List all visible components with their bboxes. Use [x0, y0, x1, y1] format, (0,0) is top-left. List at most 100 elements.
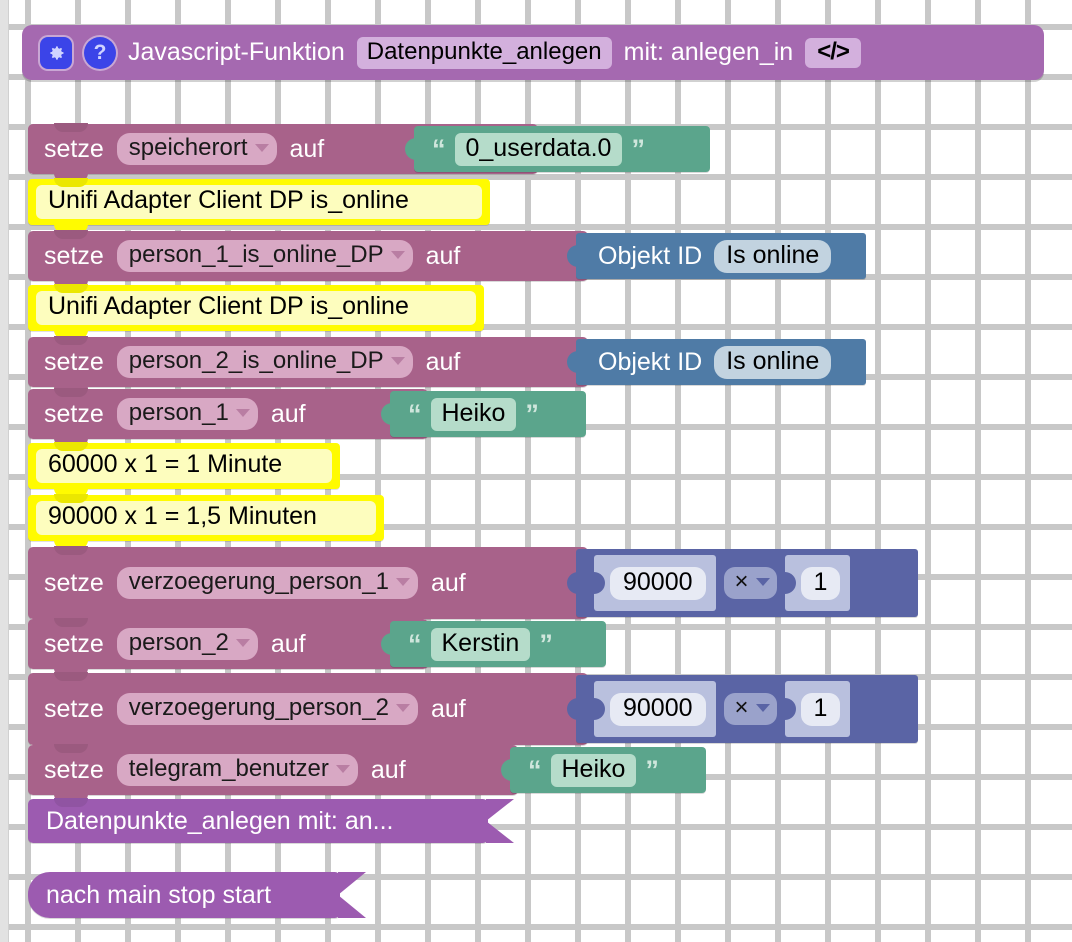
chevron-down-icon	[395, 704, 410, 712]
variable-name: speicherort	[128, 134, 248, 161]
block-math-multiply-2[interactable]: 90000 × 1	[567, 675, 918, 743]
auf-keyword: auf	[270, 629, 306, 658]
close-quote-icon: ”	[631, 133, 645, 164]
number-field[interactable]: 1	[800, 692, 841, 726]
text-value-field[interactable]: Kerstin	[430, 627, 531, 661]
question-mark-icon[interactable]: ?	[84, 36, 116, 69]
number-field[interactable]: 90000	[610, 692, 706, 726]
control-label: nach main stop start	[46, 880, 272, 909]
setze-keyword: setze	[44, 399, 104, 428]
gear-icon[interactable]	[40, 36, 72, 69]
block-object-id-person-1[interactable]: Objekt ID Is online	[567, 233, 866, 279]
block-set-person-2-is-online-dp[interactable]: setze person_2_is_online_DP auf	[28, 337, 588, 395]
open-quote-icon: “	[528, 754, 542, 785]
variable-name: verzoegerung_person_1	[128, 568, 389, 595]
comment-block-90000[interactable]: 90000 x 1 = 1,5 Minuten	[28, 495, 384, 549]
block-set-verzoegerung-person-2[interactable]: setze verzoegerung_person_2 auf	[28, 673, 588, 753]
chevron-down-icon	[335, 765, 350, 773]
variable-dropdown-verzoegerung-person-2[interactable]: verzoegerung_person_2	[116, 693, 418, 725]
close-quote-icon: ”	[645, 754, 659, 785]
chevron-down-icon	[395, 578, 410, 586]
number-block-left[interactable]: 90000	[593, 555, 716, 611]
objekt-id-label: Objekt ID	[598, 241, 703, 270]
block-set-person-2[interactable]: setze person_2 auf	[28, 619, 428, 677]
auf-keyword: auf	[270, 399, 306, 428]
chevron-down-icon	[755, 704, 770, 712]
variable-name: person_2	[128, 629, 229, 656]
blockly-workspace[interactable]: ? Javascript-Funktion Datenpunkte_anlege…	[0, 0, 1072, 942]
object-id-field[interactable]: Is online	[714, 345, 832, 379]
function-definition-block[interactable]: ? Javascript-Funktion Datenpunkte_anlege…	[22, 25, 1044, 80]
chevron-down-icon	[390, 357, 405, 365]
comment-block-unifi-2[interactable]: Unifi Adapter Client DP is_online	[28, 285, 484, 339]
variable-name: person_1	[128, 399, 229, 426]
auf-keyword: auf	[425, 347, 461, 376]
function-name-field[interactable]: Datenpunkte_anlegen	[356, 36, 612, 69]
operator-dropdown[interactable]: ×	[723, 693, 777, 725]
text-value-field[interactable]: Heiko	[430, 397, 517, 431]
number-block-right[interactable]: 1	[783, 681, 851, 737]
setze-keyword: setze	[44, 347, 104, 376]
setze-keyword: setze	[44, 568, 104, 597]
block-text-kerstin[interactable]: “ Kerstin ”	[381, 621, 606, 667]
operator-symbol: ×	[734, 568, 749, 595]
chevron-down-icon	[235, 409, 250, 417]
open-quote-icon: “	[408, 628, 422, 659]
variable-dropdown-person-1[interactable]: person_1	[116, 398, 258, 430]
auf-keyword: auf	[425, 241, 461, 270]
text-value-field[interactable]: 0_userdata.0	[454, 132, 623, 166]
function-params-label: mit: anlegen_in	[623, 38, 794, 66]
procedure-call-label: Datenpunkte_anlegen mit: an...	[46, 806, 394, 835]
number-block-right[interactable]: 1	[783, 555, 851, 611]
number-field[interactable]: 90000	[610, 566, 706, 600]
block-text-heiko-1[interactable]: “ Heiko ”	[381, 391, 586, 437]
code-view-button[interactable]: </>	[805, 37, 861, 68]
variable-dropdown-person-2[interactable]: person_2	[116, 628, 258, 660]
comment-block-unifi-1[interactable]: Unifi Adapter Client DP is_online	[28, 179, 490, 233]
comment-text: 60000 x 1 = 1 Minute	[36, 449, 332, 483]
object-id-field[interactable]: Is online	[714, 239, 832, 273]
comment-block-60000[interactable]: 60000 x 1 = 1 Minute	[28, 443, 340, 497]
variable-dropdown-person-1-is-online-dp[interactable]: person_1_is_online_DP	[116, 240, 413, 272]
auf-keyword: auf	[430, 694, 466, 723]
setze-keyword: setze	[44, 755, 104, 784]
auf-keyword: auf	[370, 755, 406, 784]
block-call-datenpunkte-anlegen[interactable]: Datenpunkte_anlegen mit: an...	[28, 799, 488, 843]
workspace-left-gutter	[0, 0, 9, 942]
variable-name: verzoegerung_person_2	[128, 694, 389, 721]
comment-text: Unifi Adapter Client DP is_online	[36, 291, 476, 325]
block-text-heiko-2[interactable]: “ Heiko ”	[501, 747, 706, 793]
function-prefix-label: Javascript-Funktion	[128, 38, 345, 66]
comment-text: Unifi Adapter Client DP is_online	[36, 185, 482, 219]
open-quote-icon: “	[408, 398, 422, 429]
variable-name: person_2_is_online_DP	[128, 347, 384, 374]
auf-keyword: auf	[289, 134, 325, 163]
variable-dropdown-speicherort[interactable]: speicherort	[116, 133, 277, 165]
open-quote-icon: “	[432, 133, 446, 164]
block-text-0-userdata[interactable]: “ 0_userdata.0 ”	[405, 126, 710, 172]
setze-keyword: setze	[44, 694, 104, 723]
text-value-field[interactable]: Heiko	[550, 753, 637, 787]
variable-dropdown-verzoegerung-person-1[interactable]: verzoegerung_person_1	[116, 567, 418, 599]
block-set-telegram-benutzer[interactable]: setze telegram_benutzer auf	[28, 745, 518, 803]
objekt-id-label: Objekt ID	[598, 347, 703, 376]
number-field[interactable]: 1	[800, 566, 841, 600]
block-math-multiply-1[interactable]: 90000 × 1	[567, 549, 918, 617]
number-block-left[interactable]: 90000	[593, 681, 716, 737]
comment-text: 90000 x 1 = 1,5 Minuten	[36, 501, 376, 535]
block-object-id-person-2[interactable]: Objekt ID Is online	[567, 339, 866, 385]
block-control-nach-main[interactable]: nach main stop start	[28, 872, 340, 918]
operator-dropdown[interactable]: ×	[723, 567, 777, 599]
variable-dropdown-telegram-benutzer[interactable]: telegram_benutzer	[116, 754, 358, 786]
chevron-down-icon	[235, 639, 250, 647]
chevron-down-icon	[254, 144, 269, 152]
block-set-person-1-is-online-dp[interactable]: setze person_1_is_online_DP auf	[28, 231, 588, 289]
close-quote-icon: ”	[525, 398, 539, 429]
block-set-verzoegerung-person-1[interactable]: setze verzoegerung_person_1 auf	[28, 547, 588, 627]
block-set-person-1[interactable]: setze person_1 auf	[28, 389, 428, 447]
setze-keyword: setze	[44, 629, 104, 658]
operator-symbol: ×	[734, 694, 749, 721]
variable-dropdown-person-2-is-online-dp[interactable]: person_2_is_online_DP	[116, 346, 413, 378]
variable-name: telegram_benutzer	[128, 755, 329, 782]
setze-keyword: setze	[44, 241, 104, 270]
